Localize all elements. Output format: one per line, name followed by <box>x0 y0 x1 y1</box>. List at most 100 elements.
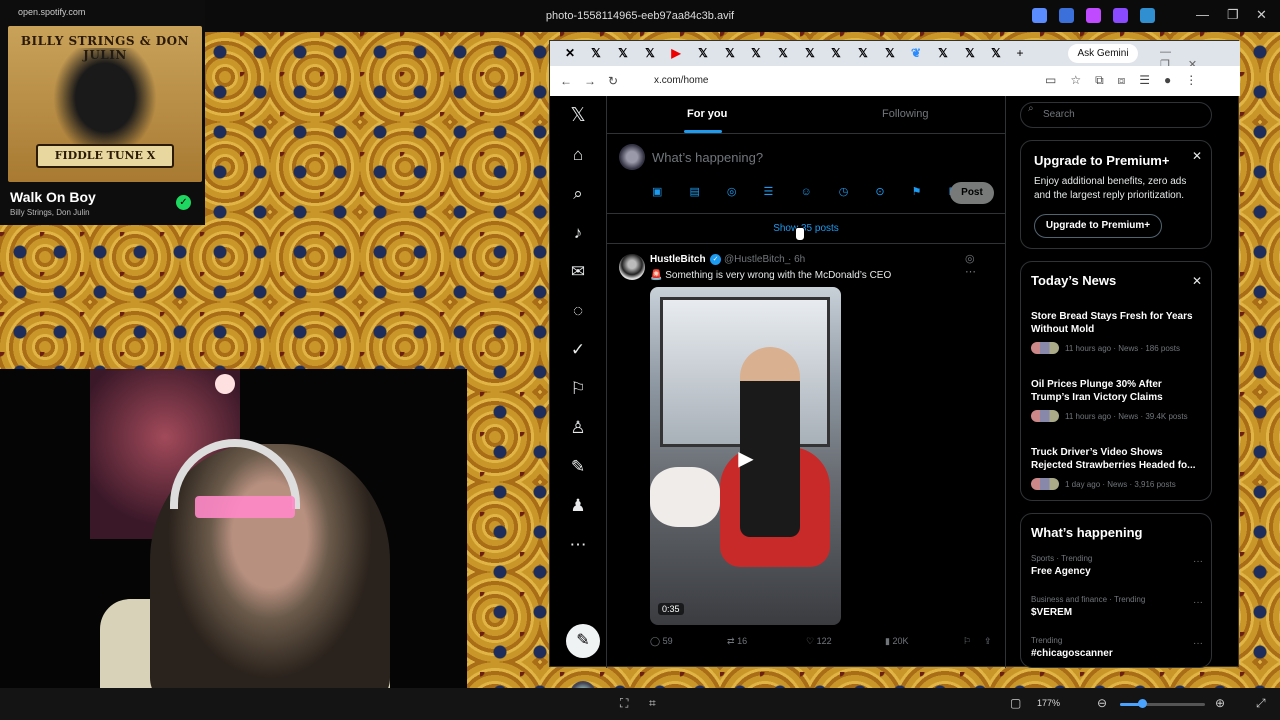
tab-x[interactable]: 𝕏 <box>695 45 711 61</box>
reply-button[interactable]: ◯ 59 <box>650 636 673 647</box>
minimize-button[interactable]: — <box>1196 7 1209 22</box>
more-icon[interactable]: ··· <box>1193 638 1203 649</box>
zoom-slider-handle[interactable] <box>1138 699 1147 708</box>
zoom-in-icon[interactable]: ⊕ <box>1215 696 1225 710</box>
active-tab-close-icon[interactable]: ✕ <box>562 45 578 61</box>
tab-x[interactable]: 𝕏 <box>828 45 844 61</box>
repost-button[interactable]: ⇄ 16 <box>727 636 747 647</box>
trend-item[interactable]: Sports · Trending Free Agency ··· <box>1031 554 1203 577</box>
tab-x[interactable]: 𝕏 <box>802 45 818 61</box>
more-icon[interactable]: ··· <box>1193 597 1203 608</box>
articles-icon[interactable]: ✎ <box>566 455 590 479</box>
back-icon[interactable]: ← <box>560 74 572 88</box>
grok-icon[interactable]: ◌ <box>566 299 590 323</box>
more-icon[interactable]: ··· <box>1193 556 1203 567</box>
expand-icon[interactable]: ⤢ <box>1256 696 1266 711</box>
address-bar[interactable]: x.com/home <box>630 70 1070 92</box>
notifications-icon[interactable]: ♪ <box>566 221 590 245</box>
close-button[interactable]: ✕ <box>1256 7 1267 23</box>
tab-x[interactable]: 𝕏 <box>855 45 871 61</box>
cloud-icon[interactable] <box>1140 8 1155 23</box>
tab-x[interactable]: 𝕏 <box>988 45 1004 61</box>
tab-bluesky[interactable]: ❦ <box>908 45 924 61</box>
maximize-button[interactable]: ❐ <box>1227 7 1239 23</box>
trend-context: Trending <box>1031 636 1063 645</box>
fit-icon[interactable]: ⛶ <box>620 696 628 711</box>
more-icon[interactable]: ⋯ <box>566 533 590 557</box>
views-button[interactable]: ▮ 20K <box>885 636 908 647</box>
tweet-author-name[interactable]: HustleBitch <box>650 254 706 265</box>
bookmark-icon[interactable]: ⚐ <box>963 636 971 647</box>
draw-icon[interactable] <box>1059 8 1074 23</box>
reply-icon: ◯ <box>650 636 661 646</box>
browser-window[interactable]: ✕ 𝕏 𝕏 𝕏 ▶ 𝕏 𝕏 𝕏 𝕏 𝕏 𝕏 𝕏 𝕏 ❦ 𝕏 𝕏 𝕏 + Ask … <box>549 40 1240 707</box>
tweet-menu-icons[interactable]: ◎ ⋯ <box>965 252 1005 278</box>
profile-icon[interactable]: ♟ <box>566 494 590 518</box>
tweet-author-avatar[interactable] <box>619 254 645 280</box>
forward-icon[interactable]: → <box>584 74 596 88</box>
news-item[interactable]: Store Bread Stays Fresh for Years Withou… <box>1031 310 1203 354</box>
verified-orgs-icon[interactable]: ✓ <box>566 338 590 362</box>
bookmarks-icon[interactable]: ⚐ <box>566 377 590 401</box>
tab-following[interactable]: Following <box>882 108 928 120</box>
messages-icon[interactable]: ✉ <box>566 260 590 284</box>
close-icon[interactable]: ✕ <box>1192 274 1202 288</box>
reload-icon[interactable]: ↻ <box>608 74 618 88</box>
trend-name: Free Agency <box>1031 566 1091 577</box>
tab-x[interactable]: 𝕏 <box>722 45 738 61</box>
edit-icon[interactable] <box>1032 8 1047 23</box>
tab-x[interactable]: 𝕏 <box>615 45 631 61</box>
news-item[interactable]: Truck Driver’s Video Shows Rejected Stra… <box>1031 446 1203 490</box>
crop-icon[interactable]: ⌗ <box>649 696 656 711</box>
play-icon[interactable]: ▶ <box>734 447 758 471</box>
tab-x[interactable]: 𝕏 <box>775 45 791 61</box>
webcam-light <box>215 374 235 394</box>
post-button[interactable]: Post <box>950 182 994 204</box>
compose-toolbar[interactable]: ▣ ▤ ◎ ☰ ☺ ◷ ⊙ ⚑ B I <box>652 185 998 198</box>
tweet-author-handle[interactable]: @HustleBitch_ <box>724 254 790 265</box>
share-icon[interactable]: ⇪ <box>984 636 992 647</box>
album-art: BILLY STRINGS & DON JULIN FIDDLE TUNE X <box>8 26 202 182</box>
browser-extension-icons[interactable]: ▭☆⧉⧈☰●⋮ <box>1045 73 1211 88</box>
gallery-icon[interactable] <box>1113 8 1128 23</box>
tweet-video[interactable]: ▶ 0:35 <box>650 287 841 625</box>
search-input[interactable]: Search <box>1020 102 1212 128</box>
song-title: Walk On Boy <box>10 189 96 205</box>
compose-input[interactable]: What’s happening? <box>652 150 763 165</box>
close-icon[interactable]: ✕ <box>1192 149 1202 163</box>
tab-x[interactable]: 𝕏 <box>748 45 764 61</box>
news-title: Today’s News <box>1031 273 1117 288</box>
upgrade-button[interactable]: Upgrade to Premium+ <box>1034 214 1162 238</box>
compose-post-button[interactable]: ✎ <box>566 624 600 658</box>
trend-item[interactable]: Business and finance · Trending $VEREM ·… <box>1031 595 1203 618</box>
show-new-posts-link[interactable]: Show 35 posts <box>607 214 1005 244</box>
tweet-timestamp[interactable]: · 6h <box>788 254 805 265</box>
like-count: 122 <box>816 636 832 646</box>
zoom-out-icon[interactable]: ⊖ <box>1097 696 1107 710</box>
tab-for-you[interactable]: For you <box>687 108 727 120</box>
tweet[interactable]: HustleBitch ✓ @HustleBitch_ · 6h ◎ ⋯ 🚨 S… <box>607 244 1005 668</box>
webcam-glasses <box>195 496 295 518</box>
ai-icon[interactable] <box>1086 8 1101 23</box>
news-item[interactable]: Oil Prices Plunge 30% After Trump’s Iran… <box>1031 378 1203 422</box>
frame-icon[interactable]: ▢ <box>1010 696 1021 710</box>
zoom-slider[interactable] <box>1120 699 1205 708</box>
ask-gemini-button[interactable]: Ask Gemini <box>1068 44 1138 63</box>
like-button[interactable]: ♡ 122 <box>806 636 832 647</box>
premium-icon[interactable]: ♙ <box>566 416 590 440</box>
explore-icon[interactable]: ⌕ <box>566 182 590 206</box>
tab-x[interactable]: 𝕏 <box>882 45 898 61</box>
tab-x[interactable]: 𝕏 <box>588 45 604 61</box>
tab-x[interactable]: 𝕏 <box>962 45 978 61</box>
home-icon[interactable]: ⌂ <box>566 143 590 167</box>
x-logo-icon[interactable]: 𝕏 <box>566 104 590 128</box>
tab-youtube[interactable]: ▶ <box>668 45 684 61</box>
zoom-level[interactable]: 177% <box>1037 698 1060 708</box>
trend-item[interactable]: Trending #chicagoscanner ··· <box>1031 636 1203 659</box>
saved-check-icon[interactable]: ✓ <box>176 195 191 210</box>
tab-x[interactable]: 𝕏 <box>935 45 951 61</box>
tab-x[interactable]: 𝕏 <box>642 45 658 61</box>
new-tab-icon[interactable]: + <box>1012 45 1028 61</box>
avatar-stack <box>1031 410 1059 422</box>
spotify-mini-player[interactable]: open.spotify.com BILLY STRINGS & DON JUL… <box>0 0 205 225</box>
